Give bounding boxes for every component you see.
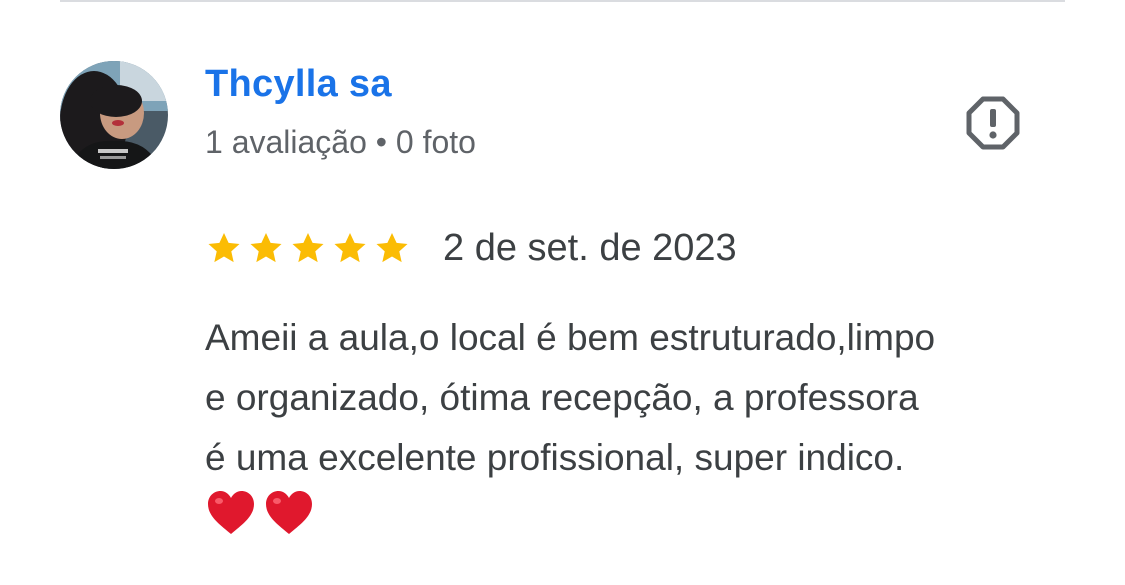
star-icon [250,232,282,263]
avatar-photo [60,61,168,169]
review-text-line: é uma excelente profissional, super indi… [205,437,905,478]
star-icon [292,232,324,263]
heart-emoji-icon [208,491,254,534]
heart-emoji-icon [266,491,312,534]
star-icon [334,232,366,263]
star-icon [208,232,240,263]
heart-emojis [205,488,315,538]
review-date: 2 de set. de 2023 [443,226,737,269]
star-icon [376,232,408,263]
top-divider [60,0,1065,2]
avatar[interactable] [60,61,168,169]
review-text-line: e organizado, ótima recepção, a professo… [205,377,919,418]
review-text: Ameii a aula,o local é bem estruturado,l… [205,308,1085,488]
reviewer-name[interactable]: Thcylla sa [205,63,392,106]
reviewer-meta: 1 avaliação • 0 foto [205,124,476,160]
star-rating [205,229,411,267]
review-text-line: Ameii a aula,o local é bem estruturado,l… [205,317,936,358]
report-flag-icon[interactable] [963,93,1023,153]
rating-row: 2 de set. de 2023 [205,224,737,272]
